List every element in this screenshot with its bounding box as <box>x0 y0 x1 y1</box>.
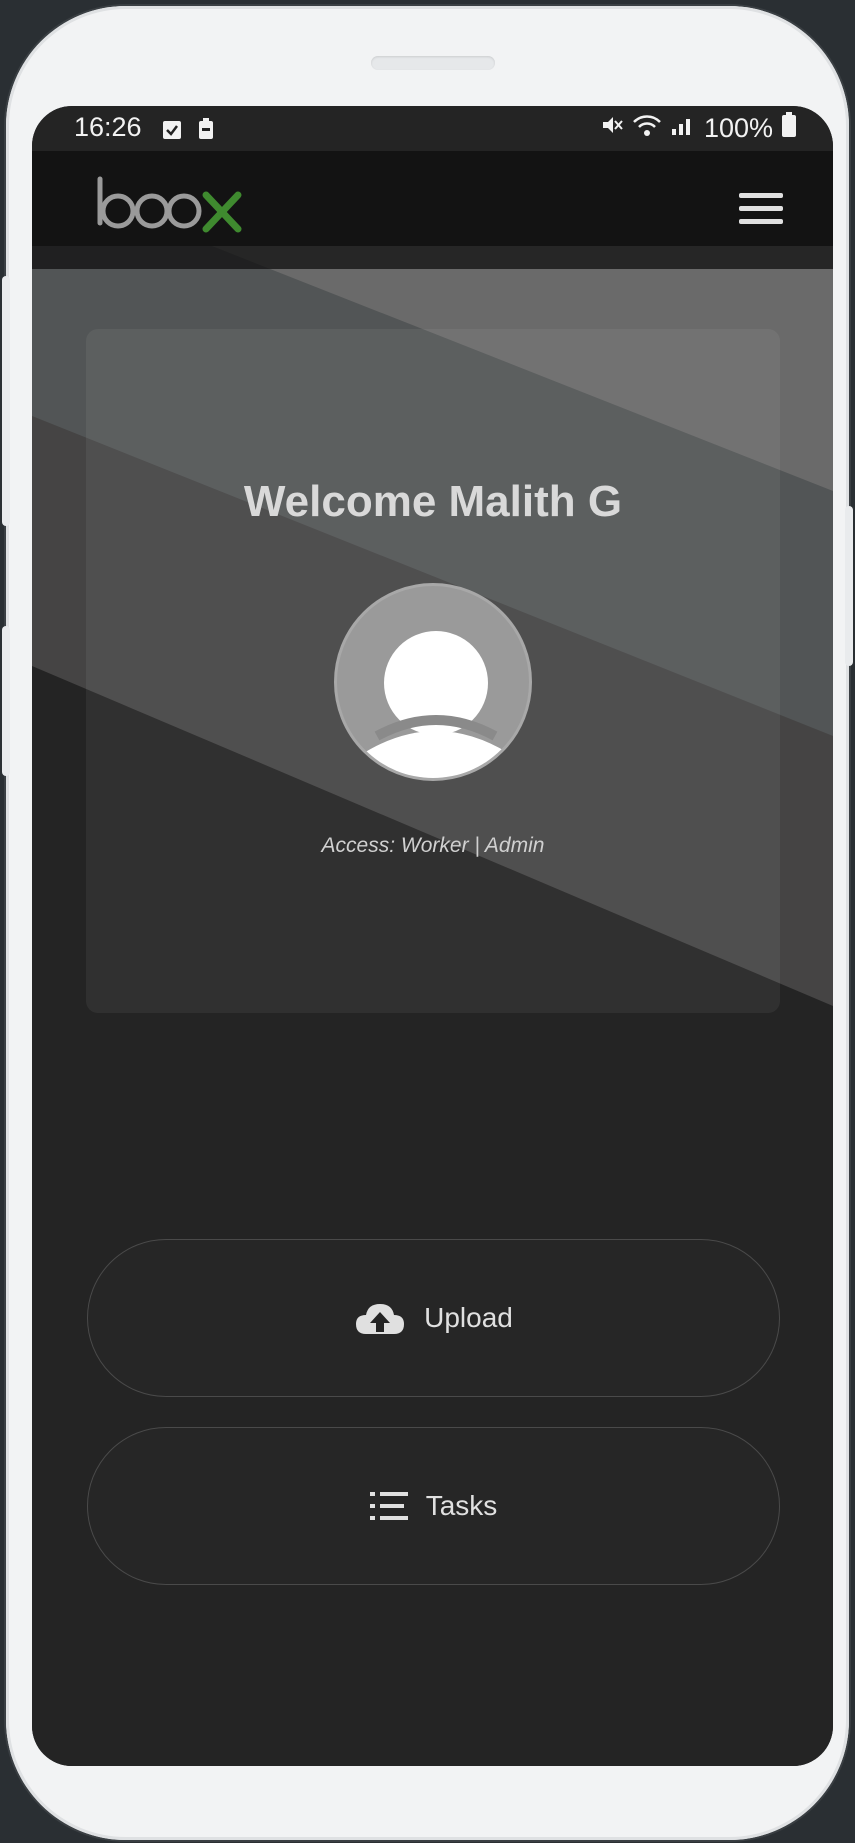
phone-screen: 16:26 100% Welcome Malith G Access: Work… <box>32 106 833 1766</box>
hamburger-menu-icon[interactable] <box>737 189 785 229</box>
power-button <box>845 506 853 666</box>
tasks-label: Tasks <box>425 1490 498 1521</box>
phone-frame: 16:26 100% Welcome Malith G Access: Work… <box>2 6 853 1840</box>
status-left-icons <box>162 116 214 147</box>
battery-saver-icon <box>198 116 214 147</box>
wifi-icon <box>632 113 662 144</box>
status-bar: 16:26 100% <box>32 106 833 151</box>
status-right-icons: 100% <box>600 112 797 145</box>
upload-button[interactable]: Upload <box>87 1239 780 1397</box>
battery-percent: 100% <box>703 113 773 143</box>
task-list-icon <box>369 1490 408 1522</box>
checkbox-notification-icon <box>162 116 182 147</box>
signal-icon <box>670 113 696 144</box>
profile-card: Welcome Malith G Access: Worker | Admin <box>86 329 780 1013</box>
user-avatar-icon <box>334 583 532 781</box>
bixby-button <box>2 626 10 776</box>
mute-icon <box>600 113 624 144</box>
earpiece-speaker <box>371 56 495 70</box>
battery-icon <box>781 112 797 145</box>
cloud-upload-icon <box>354 1300 406 1336</box>
access-level-text: Access: Worker | Admin <box>321 834 545 857</box>
app-header <box>32 151 833 269</box>
volume-button <box>2 276 10 526</box>
status-time: 16:26 <box>74 112 142 142</box>
tasks-button[interactable]: Tasks <box>87 1427 780 1585</box>
welcome-heading: Welcome Malith G <box>243 477 623 526</box>
upload-label: Upload <box>424 1302 513 1333</box>
boox-logo[interactable] <box>94 173 244 243</box>
